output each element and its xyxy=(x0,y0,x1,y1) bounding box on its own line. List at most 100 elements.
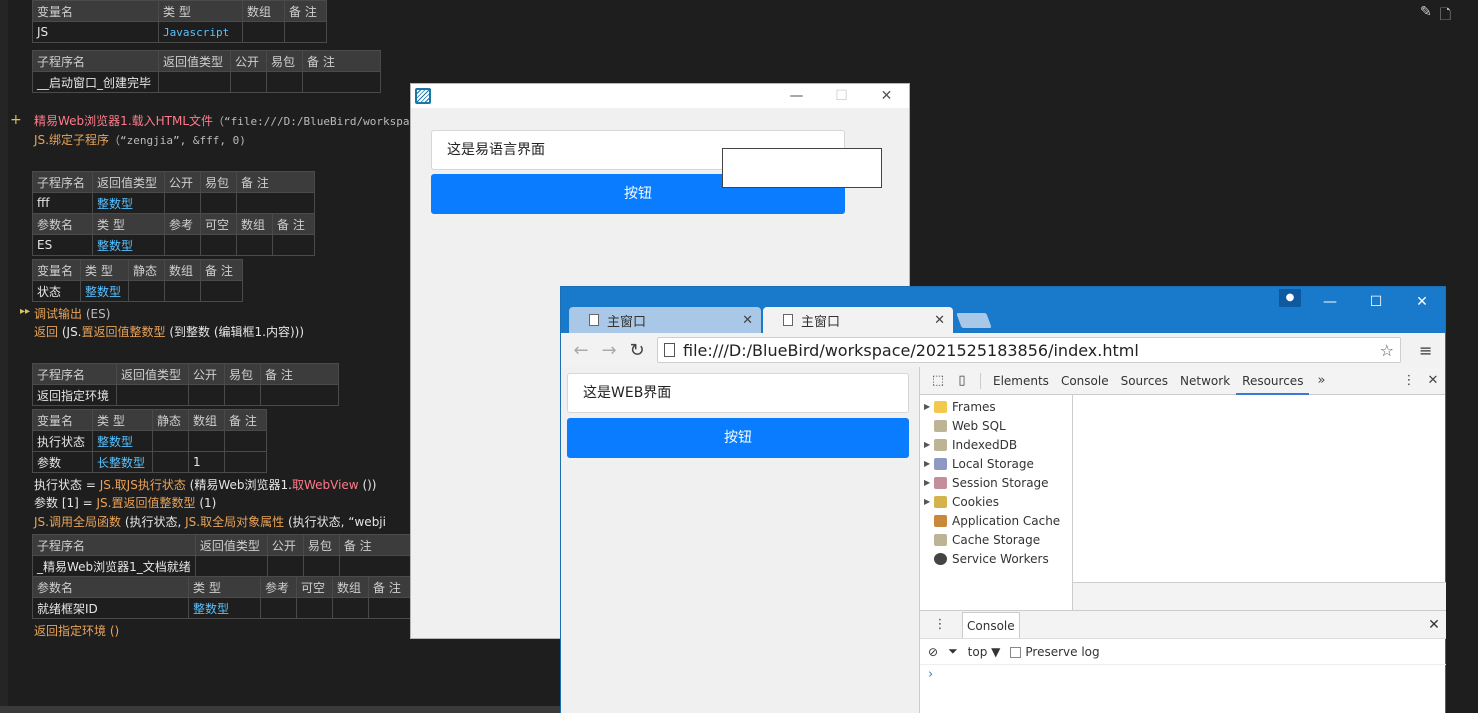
close-icon[interactable]: ✕ xyxy=(864,88,909,104)
code-line[interactable]: 执行状态 = JS.取JS执行状态 (精易Web浏览器1.取WebView ()… xyxy=(34,476,376,493)
variable-table: 变量名 类 型 静态 数组 备 注 执行状态 整数型 参数 长整数型 1 xyxy=(32,409,267,473)
tree-item-indexeddb[interactable]: ▶ IndexedDB xyxy=(920,435,1072,454)
edit-icon[interactable]: ✎ xyxy=(1420,4,1432,28)
web-button[interactable]: 按钮 xyxy=(567,418,909,458)
context-select[interactable]: top ▼ xyxy=(968,645,1001,659)
page-icon xyxy=(664,343,675,357)
tab-elements[interactable]: Elements xyxy=(987,367,1055,395)
expand-triangle-icon[interactable]: ▶ xyxy=(924,497,934,506)
page-icon xyxy=(783,314,793,326)
expand-icon[interactable]: + xyxy=(10,112,22,128)
expand-triangle-icon[interactable]: ▶ xyxy=(924,440,934,449)
tree-item-application-cache[interactable]: Application Cache xyxy=(920,511,1072,530)
tree-item-web-sql[interactable]: Web SQL xyxy=(920,416,1072,435)
address-bar[interactable]: file:///D:/BlueBird/workspace/2021525183… xyxy=(657,337,1401,363)
tree-item-service-workers[interactable]: Service Workers xyxy=(920,549,1072,568)
tab-network[interactable]: Network xyxy=(1174,367,1236,395)
code-line[interactable]: 精易Web浏览器1.载入HTML文件（“file:///D:/BlueBird/… xyxy=(34,112,443,129)
more-options-icon[interactable]: ⋮ xyxy=(1397,373,1421,388)
breakpoint-arrow-icon[interactable]: ▸▸ xyxy=(20,306,30,317)
code-line[interactable]: 返回 (JS.置返回值整数型 (到整数 (编辑框1.内容))) xyxy=(34,323,304,340)
web-text-field[interactable]: 这是WEB界面 xyxy=(567,373,909,413)
folder-icon xyxy=(934,400,947,413)
storage-grid-icon xyxy=(934,457,947,470)
new-tab-button[interactable] xyxy=(956,313,992,328)
close-icon[interactable]: ✕ xyxy=(1399,287,1445,317)
expand-triangle-icon[interactable]: ▶ xyxy=(924,402,934,411)
code-line[interactable]: 返回指定环境 () xyxy=(34,622,119,639)
storage-grid-icon xyxy=(934,476,947,489)
inspect-icon[interactable]: ⬚ xyxy=(926,373,950,388)
subroutine-table: 子程序名 返回值类型 公开 易包 备 注 fff 整数型 xyxy=(32,171,315,214)
expand-triangle-icon[interactable]: ▶ xyxy=(924,459,934,468)
close-tab-icon[interactable]: ✕ xyxy=(934,313,945,328)
resources-tree: ▶ Frames Web SQL ▶ IndexedDB ▶ Local Sto… xyxy=(920,395,1073,610)
page-icon xyxy=(589,314,599,326)
bookmark-star-icon[interactable]: ☆ xyxy=(1380,341,1400,360)
clear-console-icon[interactable]: ⊘ xyxy=(928,645,938,659)
parameter-table: 参数名 类 型 参考 可空 数组 备 注 ES 整数型 xyxy=(32,213,315,256)
gear-icon xyxy=(934,552,947,565)
parameter-table: 参数名 类 型 参考 可空 数组 备 注 就绪框架ID 整数型 xyxy=(32,576,411,619)
device-mode-icon[interactable]: ▯ xyxy=(950,373,974,388)
subroutine-table: 子程序名 返回值类型 公开 易包 备 注 返回指定环境 xyxy=(32,363,339,406)
editor-toolbar: ✎ 🗋 xyxy=(1420,4,1451,28)
expand-triangle-icon[interactable]: ▶ xyxy=(924,478,934,487)
browser-titlebar[interactable]: 主窗口 ✕ 主窗口 ✕ ● — ☐ ✕ xyxy=(561,287,1445,335)
forward-arrow-icon[interactable]: → xyxy=(595,340,623,361)
tab-main-window-active[interactable]: 主窗口 ✕ xyxy=(763,307,953,333)
user-profile-icon[interactable]: ● xyxy=(1279,289,1301,307)
reload-icon[interactable]: ↻ xyxy=(623,340,651,361)
close-tab-icon[interactable]: ✕ xyxy=(742,313,753,328)
console-toolbar: ⊘ ⏷ top ▼ Preserve log xyxy=(920,639,1446,665)
browser-toolbar: ← → ↻ file:///D:/BlueBird/workspace/2021… xyxy=(561,333,1445,367)
code-line[interactable]: 参数 [1] = JS.置返回值整数型 (1) xyxy=(34,494,216,511)
code-line[interactable]: JS.调用全局函数 (执行状态, JS.取全局对象属性 (执行状态, “webj… xyxy=(34,513,386,530)
url-text[interactable]: file:///D:/BlueBird/workspace/2021525183… xyxy=(683,341,1380,360)
code-line[interactable]: JS.绑定子程序（“zengjia”, &fff, 0) xyxy=(34,131,246,148)
code-line[interactable]: 调试输出 (ES) xyxy=(34,305,110,322)
maximize-icon: ☐ xyxy=(835,88,848,104)
preserve-log-checkbox[interactable]: Preserve log xyxy=(1010,645,1100,659)
tab-console[interactable]: Console xyxy=(1055,367,1115,395)
menu-icon[interactable]: ≡ xyxy=(1419,341,1435,360)
minimize-icon[interactable]: — xyxy=(774,88,819,104)
detail-status-bar xyxy=(1073,582,1446,610)
tab-resources[interactable]: Resources xyxy=(1236,367,1310,395)
drawer-menu-icon[interactable]: ⋮ xyxy=(928,617,952,632)
elang-titlebar[interactable]: — ☐ ✕ xyxy=(411,84,909,108)
tree-item-session-storage[interactable]: ▶ Session Storage xyxy=(920,473,1072,492)
devtools-panel: ⬚ ▯ Elements Console Sources Network Res… xyxy=(919,367,1446,713)
tree-item-cache-storage[interactable]: Cache Storage xyxy=(920,530,1072,549)
tree-item-cookies[interactable]: ▶ Cookies xyxy=(920,492,1072,511)
editor-horizontal-scrollbar[interactable] xyxy=(0,706,560,713)
subroutine-table: 子程序名 返回值类型 公开 易包 备 注 __启动窗口_创建完毕 xyxy=(32,50,381,93)
maximize-icon[interactable]: ☐ xyxy=(1353,287,1399,317)
filter-icon[interactable]: ⏷ xyxy=(948,644,958,659)
browser-window: 主窗口 ✕ 主窗口 ✕ ● — ☐ ✕ ← → ↻ file:///D:/Blu… xyxy=(560,286,1446,713)
devtools-tabbar: ⬚ ▯ Elements Console Sources Network Res… xyxy=(920,367,1445,395)
app-cache-icon xyxy=(934,514,947,527)
cookie-icon xyxy=(934,495,947,508)
tab-sources[interactable]: Sources xyxy=(1115,367,1174,395)
subroutine-table: 子程序名 返回值类型 公开 易包 备 注 _精易Web浏览器1_文档就绪 xyxy=(32,534,418,577)
variable-table: 变量名 类 型 数组 备 注 JS Javascript xyxy=(32,0,327,43)
document-icon[interactable]: 🗋 xyxy=(1440,4,1451,28)
database-icon xyxy=(934,419,947,432)
minimize-icon[interactable]: — xyxy=(1307,287,1353,317)
console-prompt[interactable]: › xyxy=(920,665,1446,685)
database-icon xyxy=(934,438,947,451)
back-arrow-icon[interactable]: ← xyxy=(567,340,595,361)
app-logo-icon xyxy=(415,88,431,104)
web-page: 这是WEB界面 按钮 xyxy=(561,367,919,713)
tab-console-drawer[interactable]: Console xyxy=(962,611,1020,638)
more-tabs-icon[interactable]: » xyxy=(1309,373,1333,388)
close-devtools-icon[interactable]: ✕ xyxy=(1421,373,1445,388)
tree-item-frames[interactable]: ▶ Frames xyxy=(920,397,1072,416)
console-drawer: ⋮ Console ✕ ⊘ ⏷ top ▼ Preserve log › xyxy=(920,610,1446,713)
close-drawer-icon[interactable]: ✕ xyxy=(1422,617,1446,633)
edit-box[interactable] xyxy=(722,148,882,188)
tab-main-window[interactable]: 主窗口 ✕ xyxy=(569,307,761,333)
tree-item-local-storage[interactable]: ▶ Local Storage xyxy=(920,454,1072,473)
variable-table: 变量名 类 型 静态 数组 备 注 状态 整数型 xyxy=(32,259,243,302)
